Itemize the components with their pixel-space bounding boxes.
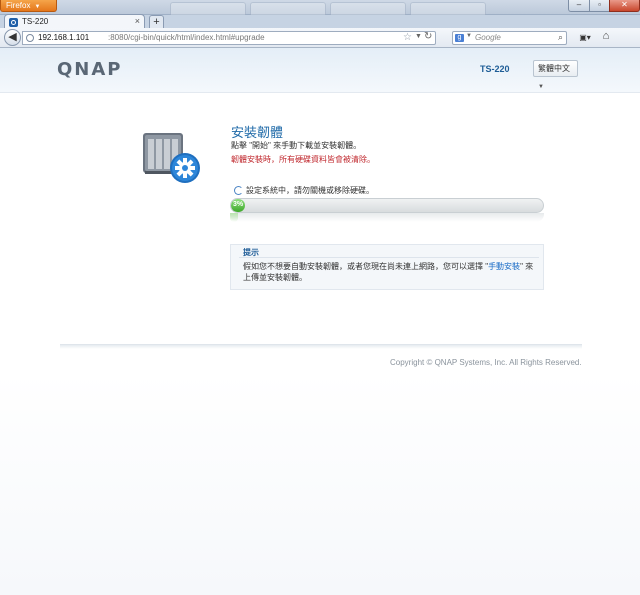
page-content: QNAP TS-220 繁體中文 ▼ 安裝韌體 點擊 "開始" 來手動下載並安裝…	[0, 48, 640, 595]
globe-icon	[26, 34, 34, 42]
search-icon[interactable]: ⌕	[558, 32, 563, 43]
footer-divider	[60, 344, 582, 349]
page-header: QNAP TS-220 繁體中文 ▼	[0, 48, 640, 93]
language-select[interactable]: 繁體中文 ▼	[533, 60, 578, 90]
nas-settings-icon	[143, 133, 200, 183]
star-icon[interactable]: ☆	[403, 32, 412, 43]
page-title: 安裝韌體	[231, 125, 284, 140]
background-window-tab	[410, 2, 486, 15]
close-window-button[interactable]: ✕	[609, 0, 640, 12]
tab-title: TS-220	[22, 17, 49, 26]
tip-body: 假如您不想要自動安裝韌體，或者您現在尚未連上網路，您可以選擇 "手動安裝" 來上…	[243, 261, 539, 283]
chevron-down-icon[interactable]: ▼	[415, 33, 422, 40]
qnap-favicon-icon	[9, 18, 18, 27]
firefox-menu-label: Firefox	[6, 1, 31, 10]
chevron-down-icon[interactable]: ▼	[466, 33, 472, 39]
chevron-down-icon: ▼	[538, 84, 544, 90]
background-window-tab	[170, 2, 246, 15]
google-icon[interactable]: g	[455, 34, 464, 42]
search-bar[interactable]: g ▼ Google ⌕	[452, 31, 567, 45]
address-bar[interactable]: 192.168.1.101 :8080/cgi-bin/quick/html/i…	[22, 31, 436, 45]
loading-spinner-icon	[234, 186, 243, 195]
install-warning: 韌體安裝時，所有硬碟資料皆會被清除。	[231, 155, 375, 164]
maximize-button[interactable]: ▫	[589, 0, 610, 12]
qnap-logo: QNAP	[57, 59, 123, 80]
tip-box: 提示 假如您不想要自動安裝韌體，或者您現在尚未連上網路，您可以選擇 "手動安裝"…	[230, 244, 544, 290]
progress-reflection	[230, 213, 544, 222]
window-titlebar: Firefox ▼ – ▫ ✕	[0, 0, 640, 15]
status-text: 設定系統中，請勿關機或移除硬碟。	[246, 186, 374, 195]
language-value: 繁體中文	[538, 64, 570, 73]
firefox-menu-button[interactable]: Firefox ▼	[0, 0, 57, 12]
copyright-text: Copyright © QNAP Systems, Inc. All Right…	[390, 358, 582, 367]
tab-ts220[interactable]: TS-220 ×	[4, 14, 145, 29]
manual-install-link[interactable]: 手動安裝	[488, 262, 520, 271]
tip-text: 假如您不想要自動安裝韌體，或者您現在尚未連上網路，您可以選擇 "	[243, 262, 489, 271]
home-button[interactable]: ⌂	[598, 30, 614, 45]
new-tab-button[interactable]: +	[149, 15, 164, 28]
background-window-tab	[330, 2, 406, 15]
back-button[interactable]: ◀	[4, 29, 21, 46]
progress-reflection-fill	[230, 213, 238, 222]
progress-bar: 3%	[230, 198, 544, 213]
url-host: 192.168.1.101	[38, 33, 90, 42]
install-description: 點擊 "開始" 來手動下載並安裝韌體。	[231, 141, 362, 150]
tip-title: 提示	[239, 248, 539, 258]
reload-icon[interactable]: ↻	[424, 31, 432, 42]
chevron-down-icon: ▼	[34, 4, 41, 10]
url-path: :8080/cgi-bin/quick/html/index.html#upgr…	[108, 33, 265, 42]
search-placeholder: Google	[475, 33, 501, 42]
minimize-button[interactable]: –	[568, 0, 590, 12]
close-tab-icon[interactable]: ×	[135, 16, 140, 26]
home-icon: ⌂	[602, 30, 610, 42]
bookmarks-button[interactable]: ▣▾	[574, 31, 596, 45]
page-bottom-area	[0, 373, 640, 595]
background-window-tab	[250, 2, 326, 15]
bookmarks-icon: ▣▾	[579, 33, 591, 42]
back-icon: ◀	[8, 31, 17, 43]
progress-label: 3%	[233, 201, 244, 208]
device-model: TS-220	[480, 64, 510, 74]
